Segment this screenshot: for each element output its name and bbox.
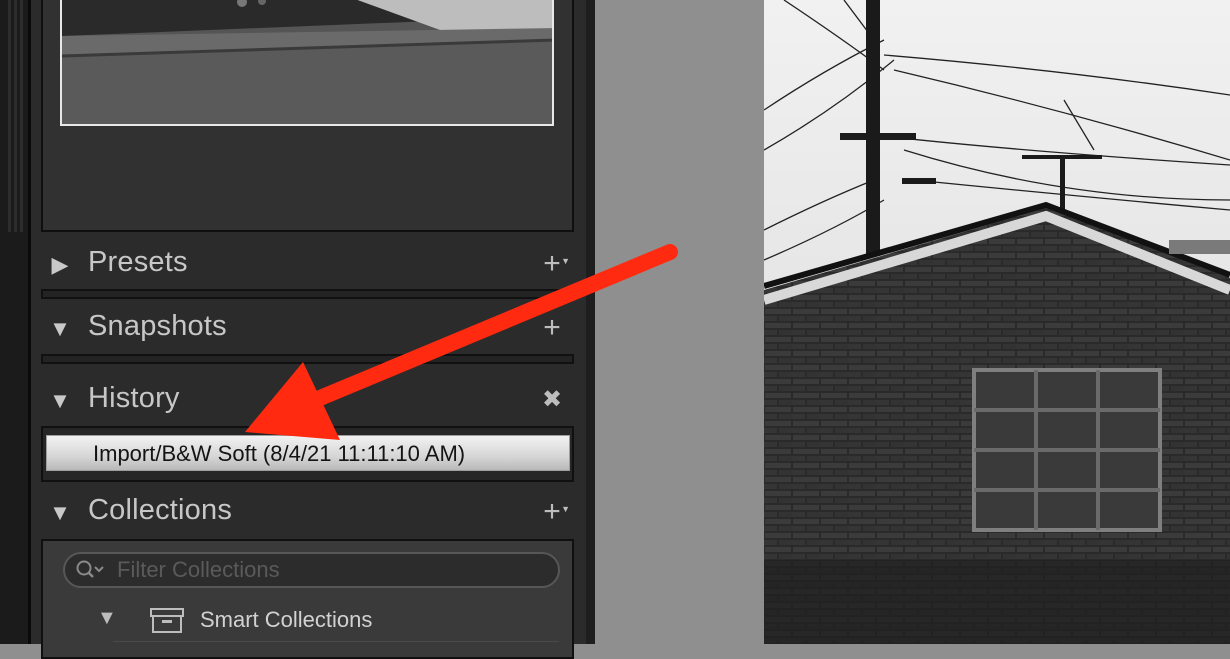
history-header[interactable]: ▼ History ✖: [41, 374, 574, 430]
expanded-triangle-icon[interactable]: ▼: [47, 500, 73, 526]
search-icon[interactable]: [75, 559, 105, 581]
snapshots-title: Snapshots: [88, 310, 227, 342]
smart-collections-label: Smart Collections: [200, 607, 373, 632]
collections-title: Collections: [88, 494, 233, 526]
add-preset-icon[interactable]: + ▼: [536, 248, 570, 280]
presets-body: [41, 289, 574, 299]
loupe-photo[interactable]: [764, 0, 1230, 644]
snapshots-body: [41, 354, 574, 364]
navigator-preview-image: [62, 0, 552, 124]
history-title: History: [88, 382, 180, 414]
add-collection-icon[interactable]: + ▼: [536, 496, 570, 528]
history-list: Import/B&W Soft (8/4/21 11:11:10 AM): [41, 426, 574, 482]
presets-title: Presets: [88, 246, 188, 278]
collapsed-triangle-icon[interactable]: ▶: [47, 252, 73, 278]
smart-collections-item[interactable]: ▼ Smart Collections: [43, 601, 572, 642]
collection-set-icon: [150, 608, 184, 633]
panel-groove: [14, 0, 17, 232]
photo-image: [764, 0, 1230, 644]
snapshots-header[interactable]: ▼ Snapshots +: [41, 302, 574, 358]
panel-divider[interactable]: [586, 0, 595, 644]
collections-body: ▼ Smart Collections: [41, 539, 574, 659]
add-snapshot-icon[interactable]: +: [536, 312, 568, 344]
collections-filter: [63, 552, 560, 588]
panel-groove: [8, 0, 11, 232]
clear-history-icon[interactable]: ✖: [536, 384, 568, 416]
history-item[interactable]: Import/B&W Soft (8/4/21 11:11:10 AM): [46, 435, 570, 471]
expanded-triangle-icon[interactable]: ▼: [47, 388, 73, 414]
collections-header[interactable]: ▼ Collections + ▼: [41, 486, 574, 542]
filter-collections-input[interactable]: [117, 558, 537, 582]
navigator-preview[interactable]: [60, 0, 554, 126]
expanded-triangle-icon[interactable]: ▼: [47, 316, 73, 342]
presets-header[interactable]: ▶ Presets + ▼: [41, 238, 574, 294]
row-separator: [113, 641, 559, 642]
expanded-triangle-icon[interactable]: ▼: [97, 607, 117, 630]
panel-groove: [20, 0, 23, 232]
history-item-label: Import/B&W Soft (8/4/21 11:11:10 AM): [93, 441, 466, 466]
